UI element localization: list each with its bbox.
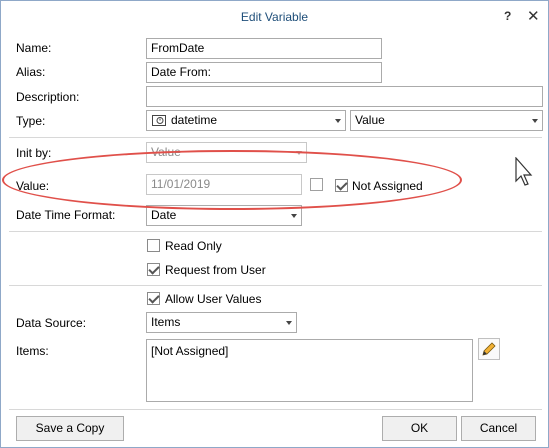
edit-items-button[interactable]	[478, 338, 500, 360]
save-copy-button[interactable]: Save a Copy	[16, 416, 124, 441]
datetime-icon	[152, 115, 166, 126]
separator	[9, 231, 542, 232]
ok-button[interactable]: OK	[382, 416, 457, 441]
initby-label: Init by:	[16, 146, 52, 160]
cancel-button[interactable]: Cancel	[461, 416, 536, 441]
mouse-pointer-icon	[515, 157, 533, 186]
separator	[9, 137, 542, 138]
initby-combo[interactable]: Value	[146, 142, 307, 163]
help-button[interactable]: ?	[504, 9, 511, 23]
dialog-title: Edit Variable	[240, 10, 309, 24]
items-list[interactable]: [Not Assigned]	[146, 339, 473, 402]
data-source-value: Items	[151, 315, 181, 329]
type-kind-combo[interactable]: Value	[350, 110, 543, 131]
edit-variable-dialog: Edit Variable ? ✕ Name: FromDate Alias: …	[0, 0, 549, 448]
value-input[interactable]: 11/01/2019	[146, 174, 302, 195]
pencil-icon	[482, 342, 496, 356]
title-bar: Edit Variable ? ✕	[1, 1, 548, 33]
request-from-user-checkbox[interactable]	[147, 263, 160, 276]
separator	[9, 285, 542, 286]
type-label: Type:	[16, 114, 46, 128]
type-value: datetime	[171, 113, 218, 127]
chevron-down-icon	[335, 119, 341, 123]
allow-user-values-checkbox[interactable]	[147, 292, 160, 305]
initby-value: Value	[151, 145, 181, 159]
read-only-label: Read Only	[165, 239, 222, 253]
not-assigned-checkbox[interactable]	[335, 179, 348, 192]
datetime-format-combo[interactable]: Date	[146, 205, 302, 226]
description-input[interactable]	[146, 86, 543, 107]
alias-input[interactable]: Date From:	[146, 62, 382, 83]
datetime-format-label: Date Time Format:	[16, 208, 116, 222]
close-button[interactable]: ✕	[527, 7, 540, 25]
type-combo[interactable]: datetime	[146, 110, 346, 131]
data-source-label: Data Source:	[16, 316, 87, 330]
type-kind-value: Value	[355, 113, 385, 127]
chevron-down-icon	[532, 119, 538, 123]
value-checkbox[interactable]	[310, 178, 323, 191]
chevron-down-icon	[296, 151, 302, 155]
name-label: Name:	[16, 41, 52, 55]
datetime-format-value: Date	[151, 208, 177, 222]
alias-label: Alias:	[16, 65, 46, 79]
chevron-down-icon	[291, 214, 297, 218]
data-source-combo[interactable]: Items	[146, 312, 297, 333]
separator	[9, 409, 542, 410]
items-label: Items:	[16, 344, 49, 358]
read-only-checkbox[interactable]	[147, 239, 160, 252]
description-label: Description:	[16, 90, 80, 104]
name-input[interactable]: FromDate	[146, 38, 382, 59]
chevron-down-icon	[286, 321, 292, 325]
value-label: Value:	[16, 179, 50, 193]
request-from-user-label: Request from User	[165, 263, 266, 277]
allow-user-values-label: Allow User Values	[165, 292, 262, 306]
not-assigned-label: Not Assigned	[352, 179, 423, 193]
